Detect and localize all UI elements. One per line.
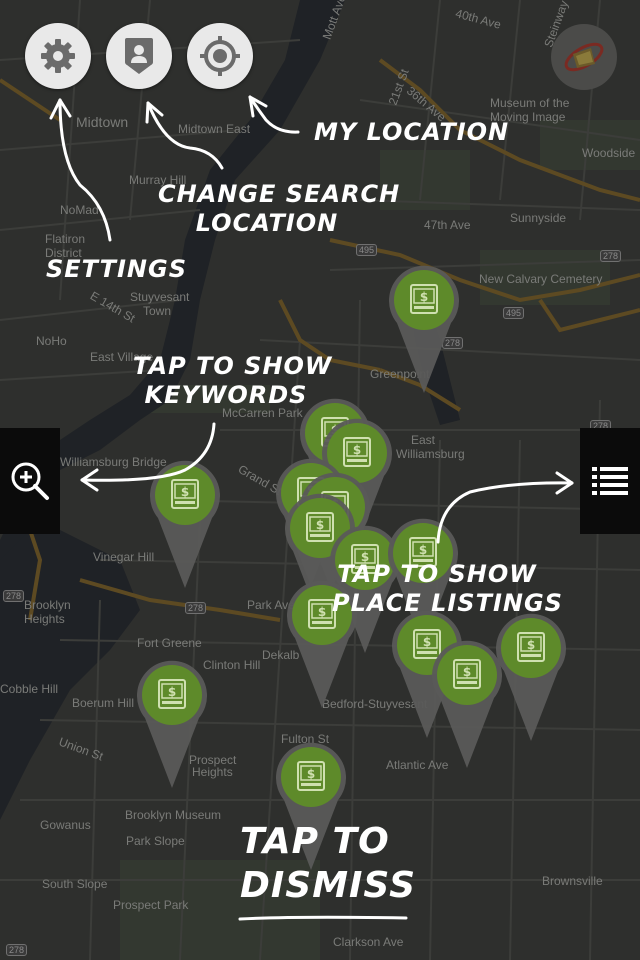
map-label: Gowanus xyxy=(40,818,91,832)
change-search-location-button[interactable] xyxy=(106,23,172,89)
map-label: Boerum Hill xyxy=(72,696,135,710)
place-listings-hint-line1: Tap to show xyxy=(337,560,537,588)
svg-text:$: $ xyxy=(318,605,326,619)
gear-icon xyxy=(41,39,75,73)
map-label: Vinegar Hill xyxy=(93,550,155,564)
place-pin[interactable]: $ xyxy=(150,460,220,590)
place-pin[interactable]: $ xyxy=(389,265,459,395)
location-pin-icon xyxy=(125,38,153,74)
map-label: New Calvary Cemetery xyxy=(479,272,603,286)
dismiss-underline xyxy=(238,915,408,921)
map-label: Clarkson Ave xyxy=(333,935,404,949)
my-location-button[interactable] xyxy=(187,23,253,89)
map-label: Flatiron xyxy=(45,232,86,246)
map-label: Cobble Hill xyxy=(0,682,59,696)
svg-text:$: $ xyxy=(353,443,361,457)
keywords-hint-line1: Tap to show xyxy=(133,352,333,380)
map-label: Museum of the xyxy=(490,96,570,110)
svg-text:$: $ xyxy=(168,685,176,699)
map-label: NoMad xyxy=(60,203,99,217)
list-icon xyxy=(592,467,628,495)
svg-text:$: $ xyxy=(307,767,315,781)
app-logo-button[interactable] xyxy=(551,24,617,90)
map-label: Stuyvesant xyxy=(130,290,190,304)
place-pin[interactable]: $ xyxy=(432,640,502,770)
map-label: Brooklyn xyxy=(24,598,71,612)
highway-badge: 278 xyxy=(3,590,25,602)
highway-badge: 278 xyxy=(6,944,28,956)
svg-text:$: $ xyxy=(420,290,428,304)
keywords-hint-line2: keywords xyxy=(144,381,308,409)
svg-text:$: $ xyxy=(423,635,431,649)
zoom-in-icon xyxy=(11,462,49,500)
svg-text:$: $ xyxy=(316,518,324,532)
place-listings-tab[interactable] xyxy=(580,428,640,534)
map-label: Fort Greene xyxy=(137,636,202,650)
map-label: Sunnyside xyxy=(510,211,567,225)
my-location-hint: My location xyxy=(314,118,510,146)
settings-hint: Settings xyxy=(46,255,187,283)
map-label: Park Slope xyxy=(126,834,185,848)
highway-badge: 278 xyxy=(600,250,622,262)
map-label: Williamsburg xyxy=(396,447,465,461)
change-location-hint-line1: Change search xyxy=(158,180,401,208)
map-label: Town xyxy=(143,304,172,318)
map-label: East xyxy=(411,433,436,447)
place-pin[interactable]: $ xyxy=(137,660,207,790)
place-listings-hint: Tap to show place listings xyxy=(332,560,563,618)
svg-text:$: $ xyxy=(419,543,427,557)
highway-badge: 495 xyxy=(356,244,378,256)
dismiss-button[interactable]: Tap to Dismiss xyxy=(240,820,416,908)
change-location-hint: Change search location xyxy=(158,180,401,238)
highway-badge: 495 xyxy=(503,307,525,319)
map-label: Heights xyxy=(24,612,65,626)
highway-badge: 278 xyxy=(185,602,207,614)
crosshair-icon xyxy=(200,36,240,76)
svg-text:$: $ xyxy=(527,638,535,652)
map-label: Midtown East xyxy=(178,122,251,136)
map-label: South Slope xyxy=(42,877,108,891)
settings-button[interactable] xyxy=(25,23,91,89)
svg-text:$: $ xyxy=(463,665,471,679)
map-label: Brownsville xyxy=(542,874,603,888)
keywords-hint: Tap to show keywords xyxy=(133,352,333,410)
map-label: NoHo xyxy=(36,334,67,348)
map-label: Prospect Park xyxy=(113,898,189,912)
place-pin[interactable]: $ xyxy=(496,613,566,743)
dismiss-line1: Tap to xyxy=(240,821,390,862)
change-location-hint-line2: location xyxy=(195,209,339,237)
map-label: 47th Ave xyxy=(424,218,471,232)
app-logo-icon xyxy=(564,42,604,72)
map-label: Midtown xyxy=(76,114,129,130)
map-label: Brooklyn Museum xyxy=(125,808,222,822)
map-label: Clinton Hill xyxy=(203,658,261,672)
svg-text:$: $ xyxy=(181,485,189,499)
place-listings-hint-line2: place listings xyxy=(332,589,563,617)
map-label: Woodside xyxy=(582,146,636,160)
keywords-tab[interactable] xyxy=(0,428,60,534)
dismiss-line2: Dismiss xyxy=(240,865,416,906)
